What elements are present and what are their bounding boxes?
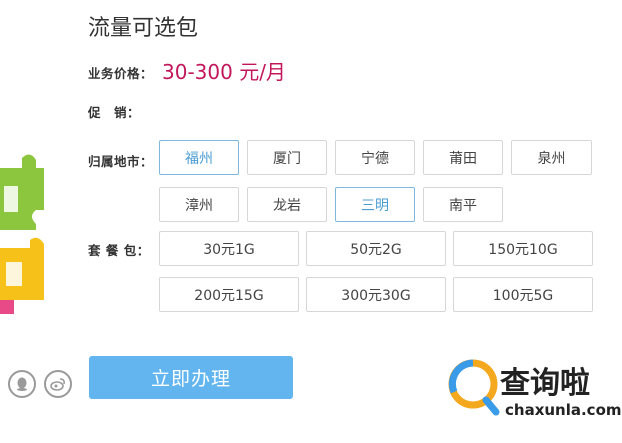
watermark-text: 查询啦 <box>500 366 590 401</box>
region-option-sanming[interactable]: 三明 <box>335 187 415 222</box>
price-value: 30-300 元/月 <box>162 60 286 84</box>
price-label: 业务价格： <box>88 66 154 81</box>
region-option-xiamen[interactable]: 厦门 <box>247 140 327 175</box>
weibo-glyph-icon <box>50 378 65 391</box>
puzzle-decoration-icon <box>0 154 44 314</box>
region-option-putian[interactable]: 莆田 <box>423 140 503 175</box>
region-option-longyan[interactable]: 龙岩 <box>247 187 327 222</box>
package-label: 套 餐 包： <box>88 243 150 258</box>
qq-icon[interactable] <box>8 370 36 398</box>
region-option-fuzhou[interactable]: 福州 <box>159 140 239 175</box>
package-option-100-5g[interactable]: 100元5G <box>453 277 593 312</box>
region-label: 归属地市： <box>88 154 154 169</box>
weibo-icon[interactable] <box>44 370 72 398</box>
promo-label: 促 销： <box>88 105 141 120</box>
qq-glyph-icon <box>17 377 27 391</box>
page-title: 流量可选包 <box>88 16 199 41</box>
region-option-quanzhou[interactable]: 泉州 <box>511 140 592 175</box>
package-option-30-1g[interactable]: 30元1G <box>159 231 299 266</box>
region-option-nanping[interactable]: 南平 <box>423 187 503 222</box>
apply-now-button[interactable]: 立即办理 <box>89 356 293 399</box>
watermark-domain: chaxunla.com <box>505 401 622 419</box>
region-option-ningde[interactable]: 宁德 <box>335 140 415 175</box>
region-option-zhangzhou[interactable]: 漳州 <box>159 187 239 222</box>
package-option-50-2g[interactable]: 50元2G <box>306 231 446 266</box>
package-option-300-30g[interactable]: 300元30G <box>306 277 446 312</box>
package-option-200-15g[interactable]: 200元15G <box>159 277 299 312</box>
package-option-150-10g[interactable]: 150元10G <box>453 231 593 266</box>
